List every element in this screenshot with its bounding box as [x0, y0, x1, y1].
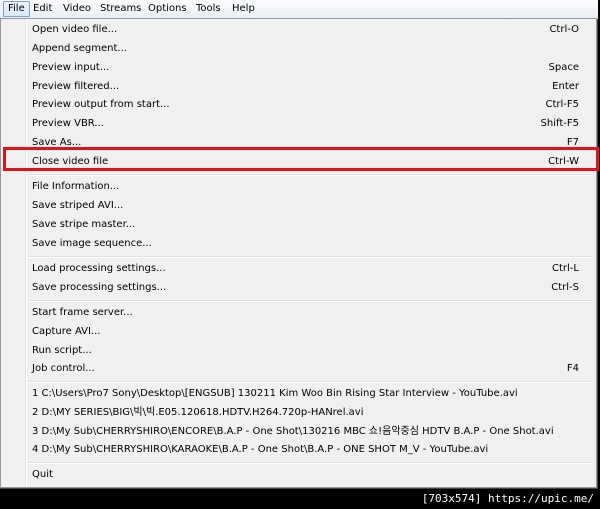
menu-item-shortcut: Ctrl-F5 — [545, 99, 579, 110]
menu-help[interactable]: Help — [228, 2, 259, 16]
menu-item-shortcut: Ctrl-O — [549, 24, 579, 35]
menu-file[interactable]: File — [3, 1, 30, 17]
file-menu-dropdown: Open video file... Ctrl-O Append segment… — [0, 18, 599, 488]
menu-item-capture-avi[interactable]: Capture AVI... — [1, 322, 596, 341]
menu-item-label: Save processing settings... — [32, 282, 167, 293]
menu-item-shortcut: Enter — [552, 81, 579, 92]
menu-item-label: Save image sequence... — [32, 238, 152, 249]
menu-item-label: Job control... — [32, 363, 95, 374]
menu-item-preview-output[interactable]: Preview output from start... Ctrl-F5 — [1, 95, 596, 114]
menu-item-run-script[interactable]: Run script... — [1, 341, 596, 360]
menu-item-save-striped-avi[interactable]: Save striped AVI... — [1, 196, 596, 215]
menu-item-preview-vbr[interactable]: Preview VBR... Shift-F5 — [1, 114, 596, 133]
menu-item-recent-file[interactable]: 3 D:\My Sub\CHERRYSHIRO\ENCORE\B.A.P - O… — [1, 422, 596, 441]
menu-item-label: Capture AVI... — [32, 326, 101, 337]
image-size-watermark: [703x574] https://upic.me/ — [421, 492, 594, 505]
menu-item-label: Save stripe master... — [32, 219, 136, 230]
menu-item-label: 3 D:\My Sub\CHERRYSHIRO\ENCORE\B.A.P - O… — [32, 426, 554, 437]
menu-item-open-video-file[interactable]: Open video file... Ctrl-O — [1, 20, 596, 39]
menu-item-label: Load processing settings... — [32, 263, 166, 274]
menu-separator — [28, 381, 593, 383]
menu-item-label: Start frame server... — [32, 307, 133, 318]
menu-item-preview-input[interactable]: Preview input... Space — [1, 58, 596, 77]
menu-item-file-information[interactable]: File Information... — [1, 177, 596, 196]
menu-video[interactable]: Video — [59, 2, 95, 16]
menu-item-shortcut: Space — [548, 62, 579, 73]
save-as-highlight-box — [3, 147, 599, 171]
menu-item-label: 2 D:\MY SERIES\BIG\빅\빅.E05.120618.HDTV.H… — [32, 407, 364, 418]
menu-item-quit[interactable]: Quit — [1, 465, 596, 484]
menu-separator — [28, 256, 593, 258]
menu-item-label: Preview input... — [32, 62, 110, 73]
menu-item-label: 1 C:\Users\Pro7 Sony\Desktop\[ENGSUB] 13… — [32, 388, 518, 399]
menu-item-shortcut: Ctrl-S — [551, 282, 579, 293]
menu-edit[interactable]: Edit — [29, 2, 56, 16]
menu-item-recent-file[interactable]: 1 C:\Users\Pro7 Sony\Desktop\[ENGSUB] 13… — [1, 384, 596, 403]
menu-item-label: Run script... — [32, 345, 92, 356]
menu-item-label: Quit — [32, 469, 53, 480]
menu-item-save-stripe-master[interactable]: Save stripe master... — [1, 215, 596, 234]
menu-tools[interactable]: Tools — [192, 2, 225, 16]
menu-item-label: File Information... — [32, 181, 120, 192]
menu-separator — [28, 300, 593, 302]
menu-item-label: Save striped AVI... — [32, 200, 124, 211]
menu-item-append-segment[interactable]: Append segment... — [1, 39, 596, 58]
menu-item-label: Append segment... — [32, 43, 127, 54]
menu-separator — [28, 462, 593, 464]
app-window: File Edit Video Streams Options Tools He… — [0, 0, 599, 489]
menu-item-recent-file[interactable]: 4 D:\My Sub\CHERRYSHIRO\KARAOKE\B.A.P - … — [1, 440, 596, 459]
menu-item-preview-filtered[interactable]: Preview filtered... Enter — [1, 77, 596, 96]
menu-item-label: Preview output from start... — [32, 99, 170, 110]
menu-item-label: Open video file... — [32, 24, 118, 35]
menu-item-save-image-sequence[interactable]: Save image sequence... — [1, 234, 596, 253]
menu-item-start-frame-server[interactable]: Start frame server... — [1, 303, 596, 322]
menu-item-label: Preview filtered... — [32, 81, 120, 92]
menu-item-shortcut: F4 — [566, 363, 579, 374]
menu-item-recent-file[interactable]: 2 D:\MY SERIES\BIG\빅\빅.E05.120618.HDTV.H… — [1, 403, 596, 422]
menu-separator — [28, 174, 593, 176]
menu-item-shortcut: Shift-F5 — [540, 118, 579, 129]
menu-bar: File Edit Video Streams Options Tools He… — [0, 0, 598, 19]
menu-item-job-control[interactable]: Job control... F4 — [1, 359, 596, 378]
menu-item-label: 4 D:\My Sub\CHERRYSHIRO\KARAOKE\B.A.P - … — [32, 444, 489, 455]
menu-options[interactable]: Options — [144, 2, 191, 16]
menu-streams[interactable]: Streams — [96, 2, 145, 16]
menu-item-shortcut: Ctrl-L — [552, 263, 579, 274]
menu-item-label: Preview VBR... — [32, 118, 104, 129]
menu-item-load-processing-settings[interactable]: Load processing settings... Ctrl-L — [1, 259, 596, 278]
menu-item-save-processing-settings[interactable]: Save processing settings... Ctrl-S — [1, 278, 596, 297]
